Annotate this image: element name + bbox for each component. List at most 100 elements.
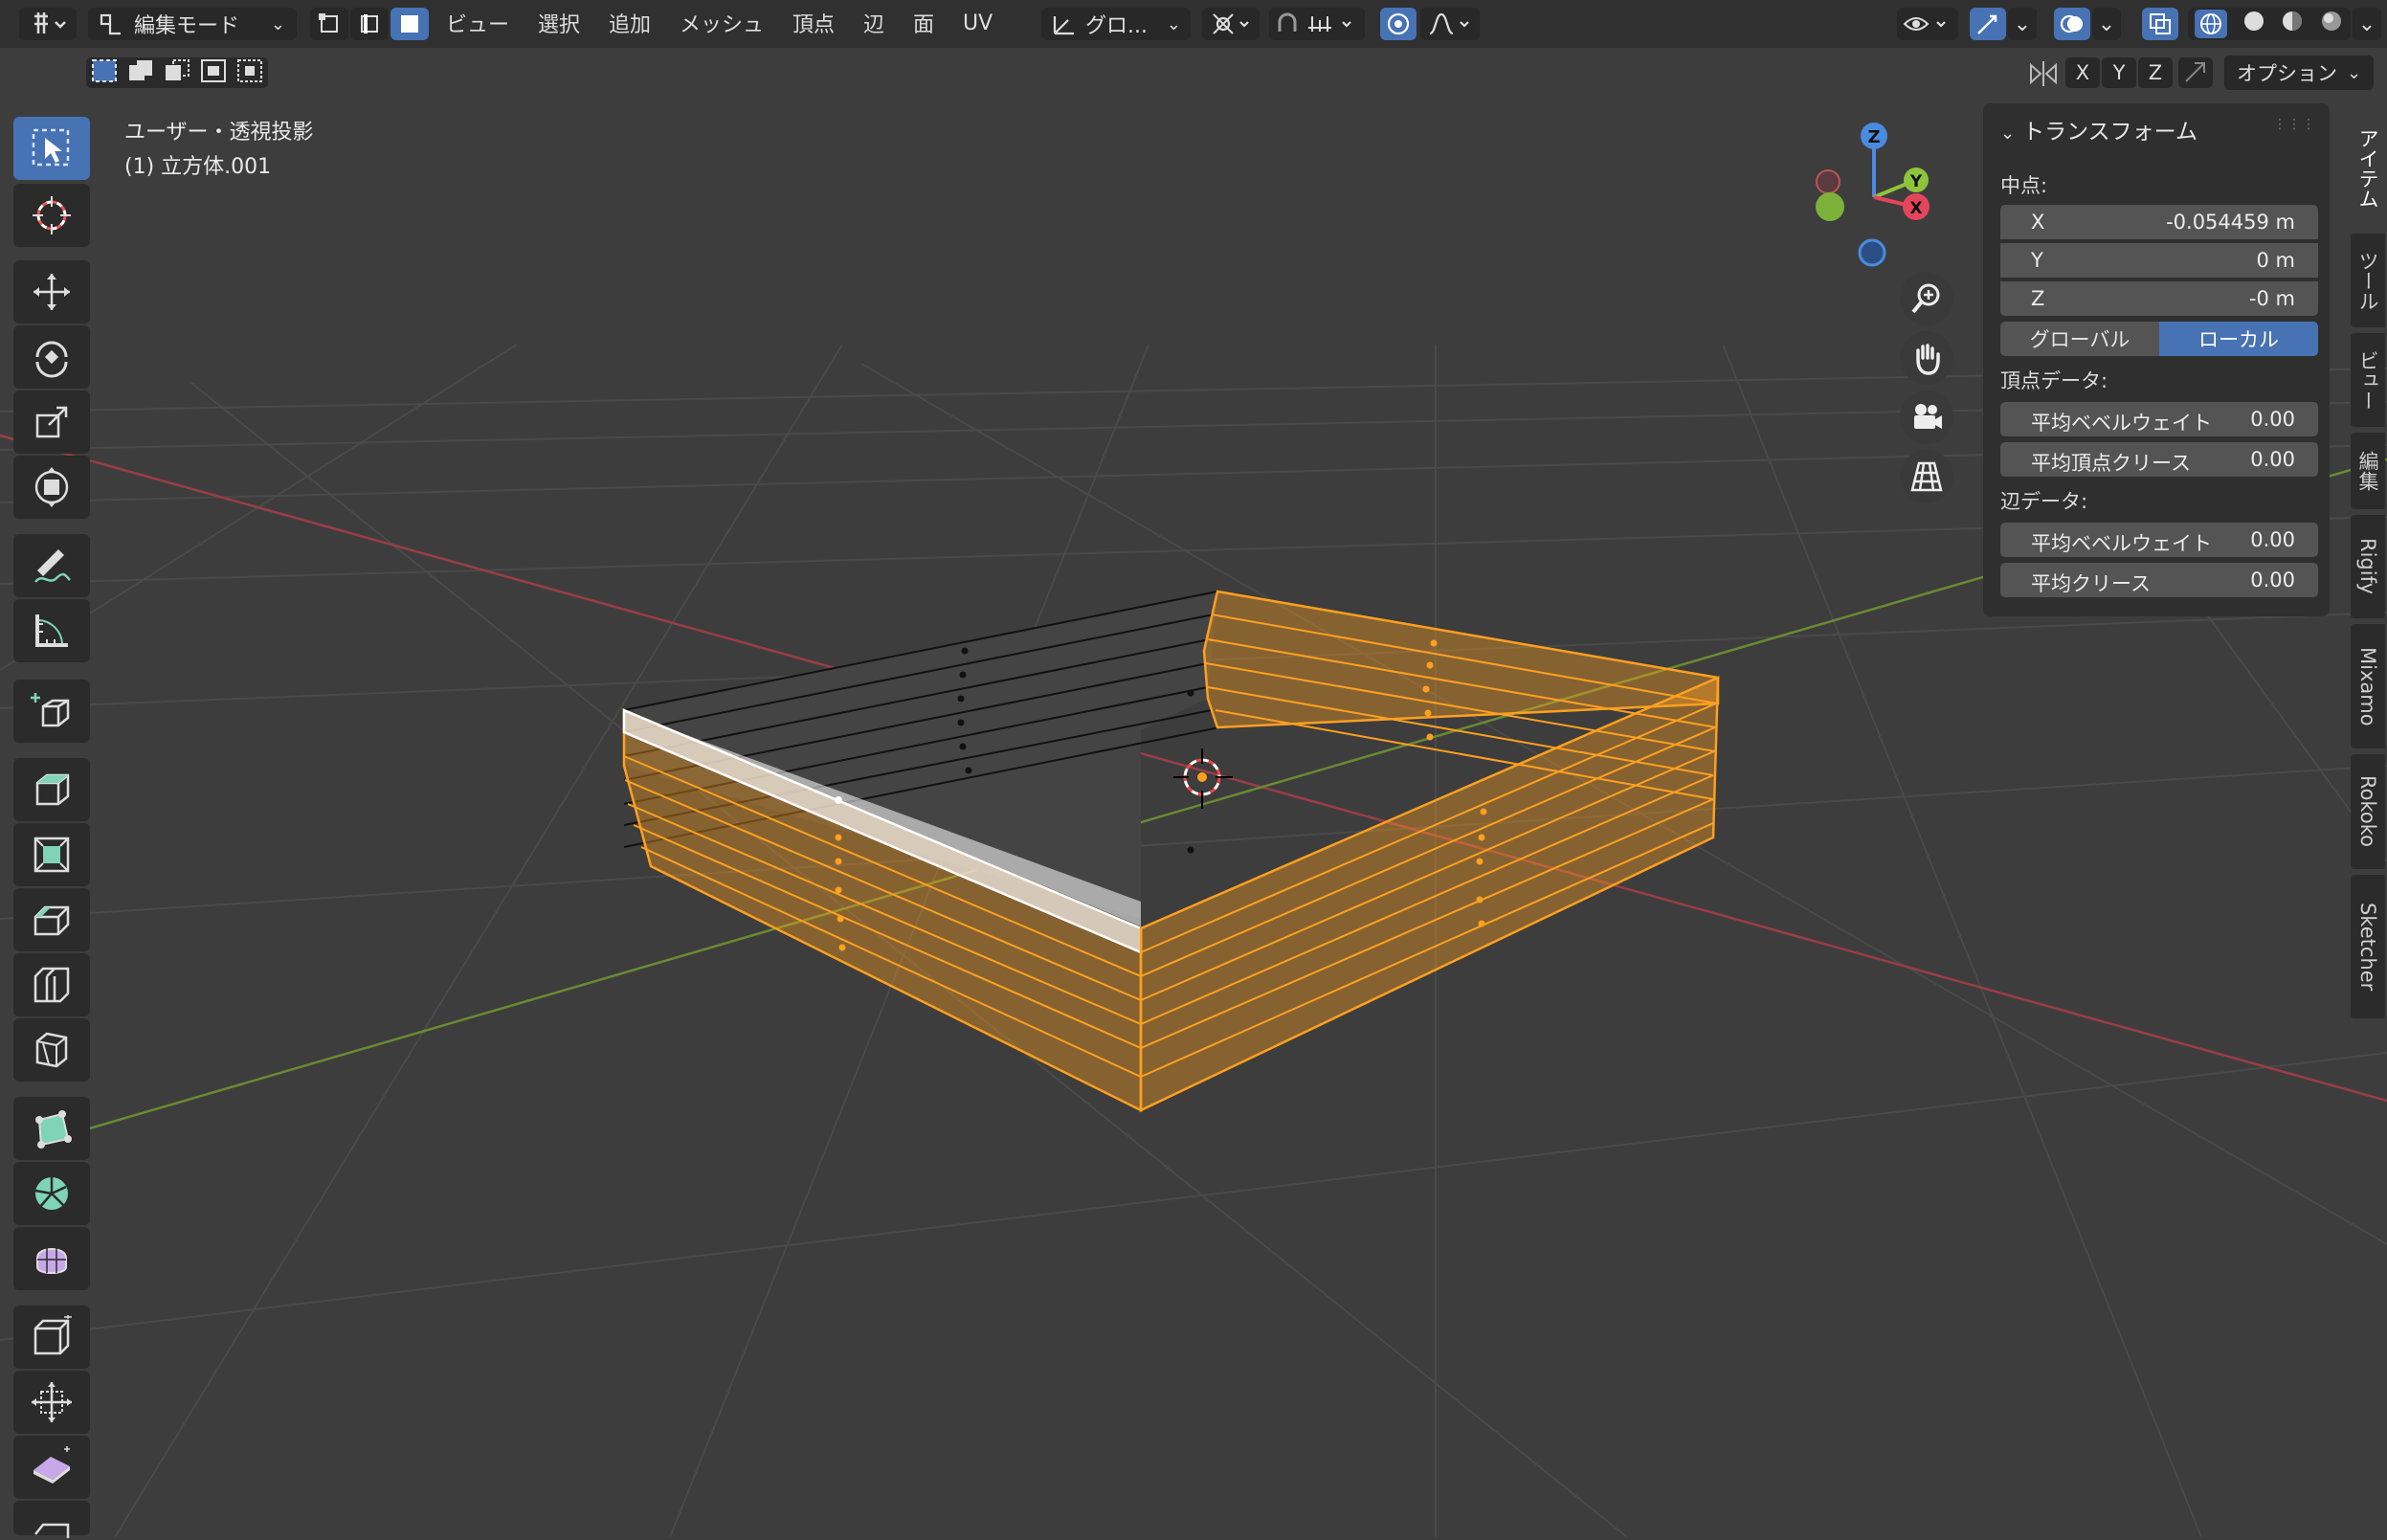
tab-tool[interactable]: ツール [2351, 234, 2385, 327]
vertex-select-icon [319, 13, 338, 33]
menu-uv[interactable]: UV [963, 6, 993, 40]
median-y-field[interactable]: Y 0 m [2000, 243, 2318, 278]
measure-icon [35, 614, 68, 647]
edge-bevel-weight-field[interactable]: 平均ベベルウェイト 0.00 [2000, 523, 2318, 557]
scale-tool[interactable] [13, 391, 90, 454]
solid-shading-button[interactable] [2242, 9, 2266, 39]
select-new-button[interactable] [90, 57, 119, 89]
local-toggle[interactable]: ローカル [2159, 322, 2318, 356]
move-tool[interactable] [13, 260, 90, 324]
neg-x-gizmo[interactable] [1816, 169, 1840, 194]
panel-header[interactable]: ⌄ トランスフォーム [2000, 113, 2197, 145]
shading-dropdown[interactable]: ⌄ [2353, 8, 2381, 40]
transform-orientation-dropdown[interactable]: グロ... ⌄ [1041, 8, 1191, 40]
menu-edge[interactable]: 辺 [863, 6, 884, 40]
menu-select[interactable]: 選択 [538, 6, 580, 40]
mean-bevel-weight-field[interactable]: 平均ベベルウェイト 0.00 [2000, 402, 2318, 436]
zoom-button[interactable] [1900, 272, 1953, 325]
median-x-field[interactable]: X -0.054459 m [2000, 205, 2318, 239]
tab-mixamo[interactable]: Mixamo [2351, 624, 2385, 748]
edge-select-button[interactable] [350, 8, 389, 40]
falloff-dropdown[interactable] [1420, 8, 1480, 40]
menu-add[interactable]: 追加 [609, 6, 651, 40]
editor-type-button[interactable] [19, 8, 77, 40]
menu-view[interactable]: ビュー [446, 6, 509, 40]
orientation-label: グロ... [1085, 14, 1148, 38]
material-shading-button[interactable] [2280, 9, 2305, 39]
extrude-tool[interactable] [13, 758, 90, 821]
extrude-icon [35, 773, 70, 806]
chevron-down-icon: ⌄ [1166, 13, 1181, 34]
proportional-editing-button[interactable] [1380, 8, 1417, 40]
tab-sketcher[interactable]: Sketcher [2351, 875, 2385, 1018]
mirror-x-button[interactable]: X [2065, 57, 2100, 88]
shear-tool[interactable] [13, 1436, 90, 1499]
wireframe-shading-button[interactable] [2195, 10, 2228, 38]
inset-tool[interactable] [13, 823, 90, 886]
tab-item[interactable]: アイテム [2351, 109, 2385, 228]
bevel-tool[interactable] [13, 888, 90, 951]
shrink-fatten-tool[interactable] [13, 1371, 90, 1434]
tab-rigify[interactable]: Rigify [2351, 515, 2385, 618]
snap-icon [1278, 12, 1351, 32]
annotate-tool[interactable] [13, 534, 90, 597]
editor-type-icon [34, 12, 66, 33]
topology-mirror-button[interactable] [2178, 57, 2213, 88]
select-invert-button[interactable] [199, 57, 228, 89]
select-intersect-button[interactable] [235, 57, 264, 89]
gizmo-dropdown[interactable]: ⌄ [2008, 8, 2037, 40]
overlay-dropdown[interactable]: ⌄ [2092, 8, 2121, 40]
mean-crease-field[interactable]: 平均クリース 0.00 [2000, 563, 2318, 597]
select-extend-button[interactable] [126, 57, 155, 89]
mean-vertex-crease-field[interactable]: 平均頂点クリース 0.00 [2000, 442, 2318, 477]
spin-tool[interactable] [13, 1162, 90, 1225]
smooth-tool[interactable] [13, 1227, 90, 1290]
eye-icon [1903, 17, 1946, 31]
knife-tool[interactable] [13, 1018, 90, 1082]
mirror-y-button[interactable]: Y [2102, 57, 2136, 88]
rotate-tool[interactable] [13, 325, 90, 389]
menu-face[interactable]: 面 [913, 6, 934, 40]
overlay-toggle-button[interactable] [2054, 8, 2090, 40]
view-name: ユーザー・透視投影 [124, 121, 314, 145]
edit-mode-icon [100, 13, 121, 35]
cursor-tool[interactable] [13, 184, 90, 247]
neg-z-gizmo[interactable] [1858, 238, 1886, 267]
visibility-dropdown[interactable] [1897, 8, 1958, 40]
perspective-toggle-button[interactable] [1900, 450, 1953, 503]
navigation-gizmo[interactable]: Z Y X [1790, 111, 1952, 274]
xray-toggle-button[interactable] [2142, 8, 2178, 40]
rendered-shading-button[interactable] [2319, 9, 2344, 39]
rip-region-tool[interactable] [13, 1501, 90, 1538]
median-z-field[interactable]: Z -0 m [2000, 281, 2318, 316]
select-box-tool[interactable] [13, 117, 90, 180]
menu-vertex[interactable]: 頂点 [792, 6, 835, 40]
tab-rokoko[interactable]: Rokoko [2351, 754, 2385, 869]
panel-title: トランスフォーム [2022, 120, 2197, 145]
tab-view[interactable]: ビュー [2351, 333, 2385, 427]
global-toggle[interactable]: グローバル [2000, 322, 2159, 356]
pan-button[interactable] [1900, 331, 1953, 385]
add-cube-tool[interactable] [13, 680, 90, 743]
poly-build-tool[interactable] [13, 1097, 90, 1160]
edge-slide-tool[interactable] [13, 1306, 90, 1369]
pivot-point-dropdown[interactable] [1202, 8, 1260, 40]
loop-cut-tool[interactable] [13, 953, 90, 1016]
snap-button[interactable] [1269, 8, 1365, 40]
tab-rigify-label: Rigify [2356, 538, 2379, 595]
options-dropdown[interactable]: オプション ⌄ [2224, 56, 2374, 90]
mode-dropdown[interactable]: 編集モード ⌄ [88, 8, 297, 40]
mirror-z-button[interactable]: Z [2138, 57, 2173, 88]
camera-view-button[interactable] [1900, 391, 1953, 444]
vertex-select-button[interactable] [310, 8, 348, 40]
chevron-down-icon: ⌄ [2013, 11, 2032, 36]
gizmo-toggle-button[interactable] [1970, 8, 2006, 40]
face-select-button[interactable] [390, 8, 429, 40]
drag-handle-icon[interactable]: ⋮⋮⋮ [2273, 117, 2316, 132]
measure-tool[interactable] [13, 599, 90, 662]
tab-edit[interactable]: 編集 [2351, 433, 2385, 509]
transform-tool[interactable] [13, 456, 90, 519]
menu-mesh[interactable]: メッシュ [680, 6, 764, 40]
select-subtract-button[interactable] [163, 57, 191, 89]
neg-y-gizmo[interactable] [1816, 192, 1844, 221]
